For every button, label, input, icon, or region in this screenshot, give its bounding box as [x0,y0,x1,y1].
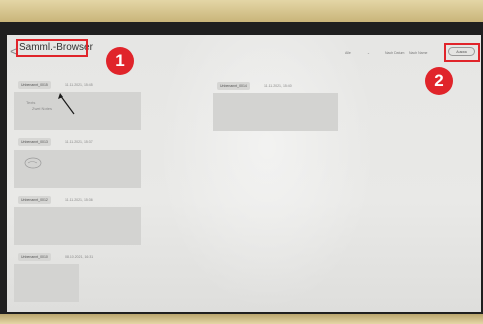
sort-by-name-option[interactable]: Nach Name [409,51,427,55]
sort-by-date-option[interactable]: Nach Datum [385,51,404,55]
collection-date: 11.11.2021, 15:45 [65,83,93,87]
collection-thumbnail[interactable] [14,150,141,188]
app-header: < Samml.-Browser Alle ⌄ Nach Datum Nach … [7,35,481,67]
monitor-bezel-bottom [0,314,483,324]
collection-name[interactable]: Unbenannt_0015 [18,81,51,89]
monitor-bezel-top [0,0,483,22]
select-button-highlight-box [444,43,480,62]
collection-name[interactable]: Unbenannt_0014 [217,82,250,90]
sketch-drawing: Texts Zwei Notes [26,93,75,115]
sketch-text-line: Texts [26,100,35,105]
collection-name[interactable]: Unbenannt_0012 [18,196,51,204]
sketch-drawing [24,157,42,169]
sketch-text-line: Zwei Notes [32,106,52,111]
collection-thumbnail[interactable] [14,207,141,245]
arrow-line [59,94,75,115]
annotation-badge-2: 2 [425,67,453,95]
title-highlight-box [16,39,88,57]
filter-select[interactable]: Alle [345,51,351,55]
collection-date: 08.10.2021, 16:31 [65,255,94,259]
collection-name[interactable]: Unbenannt_0010 [18,253,51,261]
collection-thumbnail[interactable]: Texts Zwei Notes [14,92,141,130]
collection-date: 11.11.2021, 15:36 [65,198,93,202]
collection-name[interactable]: Unbenannt_0013 [18,138,51,146]
collection-date: 11.11.2021, 15:37 [65,140,93,144]
chevron-down-icon[interactable]: ⌄ [367,51,370,55]
annotation-badge-1: 1 [106,47,134,75]
collection-thumbnail[interactable] [213,93,338,131]
screen-glare [157,35,377,312]
collection-thumbnail[interactable] [14,264,79,302]
app-screen: < Samml.-Browser Alle ⌄ Nach Datum Nach … [7,35,481,312]
collection-date: 11.11.2021, 15:40 [264,84,292,88]
